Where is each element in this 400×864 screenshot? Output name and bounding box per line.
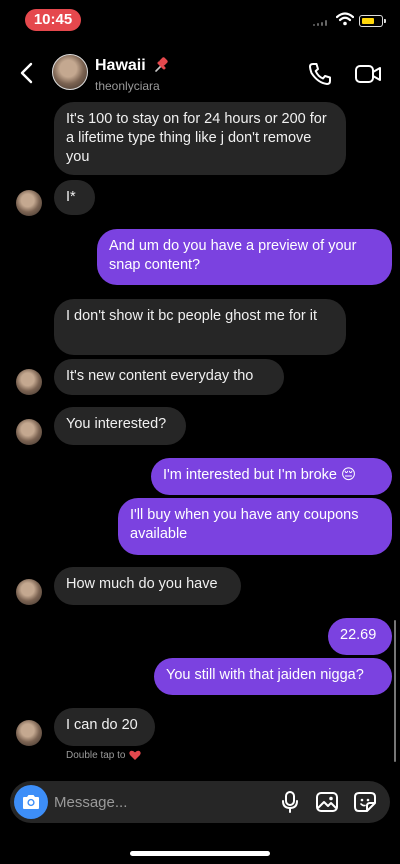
pushpin-icon — [154, 57, 168, 72]
message-thread[interactable]: It's 100 to stay on for 24 hours or 200 … — [0, 100, 400, 772]
double-tap-hint-text: Double tap to — [66, 750, 126, 761]
sender-avatar[interactable] — [16, 369, 42, 395]
double-tap-hint: Double tap to — [66, 750, 141, 761]
back-arrow-icon[interactable] — [16, 60, 38, 86]
wifi-icon — [336, 12, 354, 26]
message-composer — [10, 781, 390, 823]
message-bubble-sent[interactable]: I'm interested but I'm broke 😔 — [151, 458, 392, 495]
message-bubble-sent[interactable]: 22.69 — [328, 618, 392, 655]
sender-avatar[interactable] — [16, 190, 42, 216]
message-bubble-received[interactable]: I* — [54, 180, 95, 215]
sticker-icon[interactable] — [353, 791, 377, 813]
status-bar: 10:45 — [0, 0, 400, 44]
microphone-icon[interactable] — [280, 790, 300, 814]
title-row[interactable]: Hawaii — [95, 57, 170, 75]
heart-icon — [128, 750, 141, 760]
sender-avatar[interactable] — [16, 579, 42, 605]
camera-button[interactable] — [14, 785, 48, 819]
cellular-signal-icon — [313, 20, 327, 26]
message-bubble-sent[interactable]: And um do you have a preview of your sna… — [97, 229, 392, 285]
phone-call-icon[interactable] — [307, 61, 333, 87]
message-bubble-received[interactable]: You interested? — [54, 407, 186, 445]
gallery-icon[interactable] — [315, 791, 339, 813]
sender-avatar[interactable] — [16, 720, 42, 746]
video-call-icon[interactable] — [354, 61, 382, 87]
message-bubble-received[interactable]: It's new content everyday tho — [54, 359, 284, 395]
camera-icon — [23, 795, 39, 809]
chat-username: theonlyciara — [95, 79, 160, 93]
message-bubble-received[interactable]: I don't show it bc people ghost me for i… — [54, 299, 346, 355]
chat-header: Hawaii theonlyciara — [0, 44, 400, 102]
sender-avatar[interactable] — [16, 419, 42, 445]
contact-avatar[interactable] — [52, 54, 88, 90]
message-bubble-received[interactable]: How much do you have — [54, 567, 241, 605]
scrollbar[interactable] — [394, 620, 396, 762]
chat-title: Hawaii — [95, 57, 146, 74]
message-bubble-sent[interactable]: You still with that jaiden nigga? — [154, 658, 392, 695]
status-time: 10:45 — [25, 9, 81, 31]
battery-icon — [359, 15, 386, 27]
message-bubble-sent[interactable]: I'll buy when you have any coupons avail… — [118, 498, 392, 555]
message-input[interactable] — [54, 792, 254, 812]
home-indicator[interactable] — [130, 851, 270, 856]
message-bubble-received[interactable]: I can do 20 — [54, 708, 155, 746]
message-bubble-received[interactable]: It's 100 to stay on for 24 hours or 200 … — [54, 102, 346, 175]
